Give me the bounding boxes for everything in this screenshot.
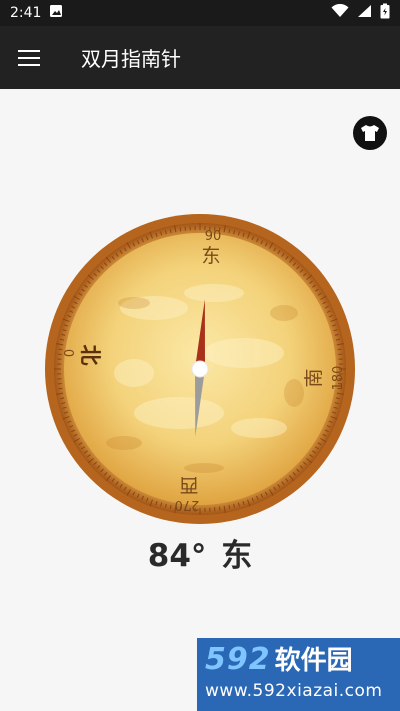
south-degree-label: 180 <box>331 366 346 391</box>
compass-dial: 90 东 0 北 180 南 270 西 <box>45 214 355 524</box>
north-degree-label: 0 <box>60 349 75 357</box>
app-bar: 双月指南针 <box>0 26 400 89</box>
needle-hub <box>191 360 209 378</box>
east-label: 东 <box>201 245 220 267</box>
heading-degrees: 84° <box>147 538 207 574</box>
image-icon <box>49 4 63 22</box>
status-left: 2:41 <box>10 4 63 22</box>
shirt-icon <box>361 125 379 141</box>
status-time: 2:41 <box>10 5 42 21</box>
menu-button[interactable] <box>18 45 44 71</box>
watermark-brand: 592 软件园 <box>205 644 392 677</box>
hamburger-icon-line <box>18 63 40 66</box>
battery-icon <box>380 3 390 23</box>
watermark-text: 软件园 <box>274 646 353 676</box>
wifi-icon <box>331 3 349 22</box>
app-title: 双月指南针 <box>81 47 181 71</box>
heading-direction: 东 <box>221 538 253 574</box>
hamburger-icon-line <box>18 49 40 52</box>
signal-icon <box>357 4 372 22</box>
north-label: 北 <box>78 345 102 366</box>
rim-tick <box>179 227 182 232</box>
rim-tick <box>337 348 342 351</box>
watermark-logo: 592 软件园 www.592xiazai.com <box>197 638 400 711</box>
status-bar: 2:41 <box>0 0 400 26</box>
skin-button[interactable] <box>353 116 387 150</box>
status-right <box>331 3 390 23</box>
rim-tick <box>58 387 63 390</box>
south-label: 南 <box>303 368 325 387</box>
hamburger-icon-line <box>18 56 40 59</box>
watermark-url: www.592xiazai.com <box>205 681 383 701</box>
rim-tick <box>218 506 221 511</box>
heading-reading: 84° 东 <box>0 530 400 575</box>
east-degree-label: 90 <box>205 229 222 244</box>
west-degree-label: 270 <box>175 497 200 512</box>
west-label: 西 <box>179 474 198 496</box>
watermark-digits: 592 <box>205 642 271 677</box>
